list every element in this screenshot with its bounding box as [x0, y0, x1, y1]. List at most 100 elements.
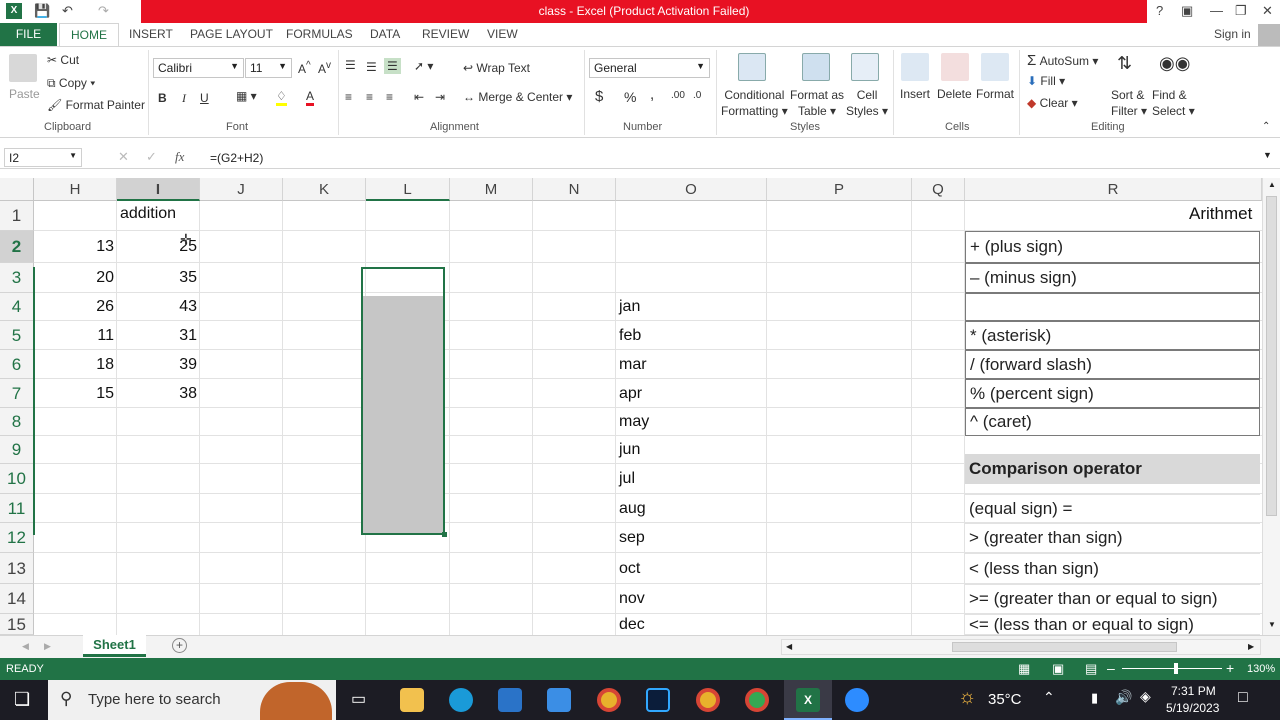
cell-H4[interactable]: 26	[34, 298, 114, 316]
underline-button[interactable]: U	[200, 91, 209, 105]
format-button[interactable]: Format	[976, 87, 1014, 101]
column-header-N[interactable]: N	[533, 178, 616, 201]
cell-R8[interactable]: ^ (caret)	[965, 408, 1260, 436]
ribbon-display-icon[interactable]: ▣	[1181, 3, 1193, 19]
cell-R13[interactable]: < (less than sign)	[965, 553, 1260, 584]
cell-O5[interactable]: feb	[619, 327, 641, 345]
scroll-left-icon[interactable]: ◀	[786, 642, 792, 651]
next-sheet-icon[interactable]: ▶	[44, 641, 51, 652]
clear-button[interactable]: ◆ Clear ▾	[1027, 96, 1078, 110]
vertical-scroll-thumb[interactable]	[1266, 196, 1277, 516]
bottom-align-icon[interactable]: ☰	[384, 58, 401, 74]
tab-file[interactable]: FILE	[0, 23, 57, 46]
column-header-M[interactable]: M	[450, 178, 533, 201]
enter-formula-icon[interactable]: ✓	[146, 149, 157, 165]
wifi-icon[interactable]: ◈	[1140, 688, 1151, 705]
cell-O11[interactable]: aug	[619, 500, 646, 518]
tab-data[interactable]: DATA	[370, 27, 400, 41]
row-header-15[interactable]: 15	[0, 614, 34, 635]
row-header-1[interactable]: 1	[0, 201, 34, 231]
tray-chevron-icon[interactable]: ⌃	[1043, 689, 1055, 706]
clock-time[interactable]: 7:31 PM	[1171, 684, 1216, 698]
zoom-slider-thumb[interactable]	[1174, 663, 1178, 674]
comma-button[interactable]: ,	[650, 86, 654, 103]
row-header-14[interactable]: 14	[0, 584, 34, 614]
cell-O8[interactable]: may	[619, 413, 649, 431]
scroll-right-icon[interactable]: ▶	[1248, 642, 1254, 651]
clock-date[interactable]: 5/19/2023	[1166, 701, 1219, 715]
cell-R3[interactable]: – (minus sign)	[965, 263, 1260, 293]
row-header-12[interactable]: 12	[0, 523, 34, 553]
chrome-profile-icon[interactable]	[696, 688, 720, 712]
row-header-6[interactable]: 6	[0, 350, 34, 379]
cell-R4[interactable]	[965, 293, 1260, 321]
horizontal-scrollbar[interactable]: ◀ ▶	[781, 639, 1261, 655]
help-icon[interactable]: ?	[1156, 3, 1163, 18]
cell-R11[interactable]: (equal sign) =	[965, 494, 1260, 523]
row-header-5[interactable]: 5	[0, 321, 34, 350]
cell-O12[interactable]: sep	[619, 529, 645, 547]
cell-R2[interactable]: + (plus sign)	[965, 231, 1260, 263]
cell-I6[interactable]: 39	[117, 356, 197, 374]
cell-R6[interactable]: / (forward slash)	[965, 350, 1260, 379]
cell-R1[interactable]: Arithmet	[1189, 204, 1252, 224]
cell-O14[interactable]: nov	[619, 590, 645, 608]
close-icon[interactable]: ✕	[1262, 3, 1273, 19]
expand-formula-icon[interactable]: ▼	[1263, 150, 1272, 160]
cell-O15[interactable]: dec	[619, 616, 645, 634]
format-as-table-button[interactable]: Format as Table ▾	[790, 87, 844, 119]
left-align-icon[interactable]: ≡	[345, 90, 352, 104]
row-header-10[interactable]: 10	[0, 464, 34, 494]
font-color-icon[interactable]: A	[306, 89, 315, 106]
scroll-down-icon[interactable]: ▼	[1268, 620, 1276, 629]
row-header-11[interactable]: 11	[0, 494, 34, 523]
cell-O7[interactable]: apr	[619, 385, 642, 403]
worksheet-grid[interactable]: HIJKLMNOPQR 1 2 3 4 5 6 7 8 9 10 11 12 13 14 15 additi…	[0, 178, 1262, 635]
zoom-level[interactable]: 130%	[1247, 663, 1275, 675]
column-header-Q[interactable]: Q	[912, 178, 965, 201]
row-header-9[interactable]: 9	[0, 436, 34, 464]
page-break-view-icon[interactable]: ▤	[1085, 661, 1097, 677]
avatar[interactable]	[1258, 24, 1280, 46]
merge-center-button[interactable]: ↔ Merge & Center ▾	[463, 90, 572, 104]
sign-in-link[interactable]: Sign in	[1214, 27, 1251, 41]
sheet-tab-sheet1[interactable]: Sheet1	[83, 635, 146, 657]
scroll-up-icon[interactable]: ▲	[1268, 180, 1276, 189]
format-painter-button[interactable]: 🖌 Format Painter	[47, 98, 145, 112]
task-view-icon[interactable]: ▭	[351, 689, 366, 709]
delete-button[interactable]: Delete	[937, 87, 972, 101]
name-box[interactable]: I2 ▼	[4, 148, 82, 167]
cell-H3[interactable]: 20	[34, 269, 114, 287]
zoom-out-icon[interactable]: –	[1107, 660, 1115, 676]
minimize-icon[interactable]: —	[1210, 3, 1223, 18]
italic-button[interactable]: I	[182, 91, 186, 106]
borders-icon[interactable]: ▦ ▾	[236, 89, 257, 103]
cell-O9[interactable]: jun	[619, 441, 640, 459]
save-icon[interactable]: 💾	[34, 3, 50, 19]
photoshop-icon[interactable]	[646, 688, 670, 712]
zoom-app-icon[interactable]	[845, 688, 869, 712]
cell-styles-button[interactable]: Cell Styles ▾	[846, 87, 888, 119]
cell-R7[interactable]: % (percent sign)	[965, 379, 1260, 408]
redo-icon[interactable]: ↷	[98, 3, 109, 19]
cell-R5[interactable]: * (asterisk)	[965, 321, 1260, 350]
cell-I5[interactable]: 31	[117, 327, 197, 345]
decrease-decimal-icon[interactable]: .0	[693, 90, 701, 101]
find-select-button[interactable]: Find & Select ▾	[1152, 87, 1195, 119]
orientation-icon[interactable]: ➚ ▾	[414, 59, 433, 73]
cell-O13[interactable]: oct	[619, 560, 640, 578]
cell-O6[interactable]: mar	[619, 356, 647, 374]
column-header-R[interactable]: R	[965, 178, 1262, 201]
chrome-profile-2-icon[interactable]	[745, 688, 769, 712]
temperature[interactable]: 35°C	[988, 691, 1022, 708]
column-header-K[interactable]: K	[283, 178, 366, 201]
center-align-icon[interactable]: ≡	[366, 90, 373, 104]
cell-R10[interactable]: Comparison operator	[965, 454, 1260, 484]
cell-H7[interactable]: 15	[34, 385, 114, 403]
wrap-text-button[interactable]: ↩ Wrap Text	[463, 61, 530, 75]
cell-O10[interactable]: jul	[619, 470, 635, 488]
prev-sheet-icon[interactable]: ◀	[22, 641, 29, 652]
row-header-2[interactable]: 2	[0, 231, 34, 263]
file-explorer-icon[interactable]	[400, 688, 424, 712]
notifications-icon[interactable]: □	[1238, 689, 1248, 707]
